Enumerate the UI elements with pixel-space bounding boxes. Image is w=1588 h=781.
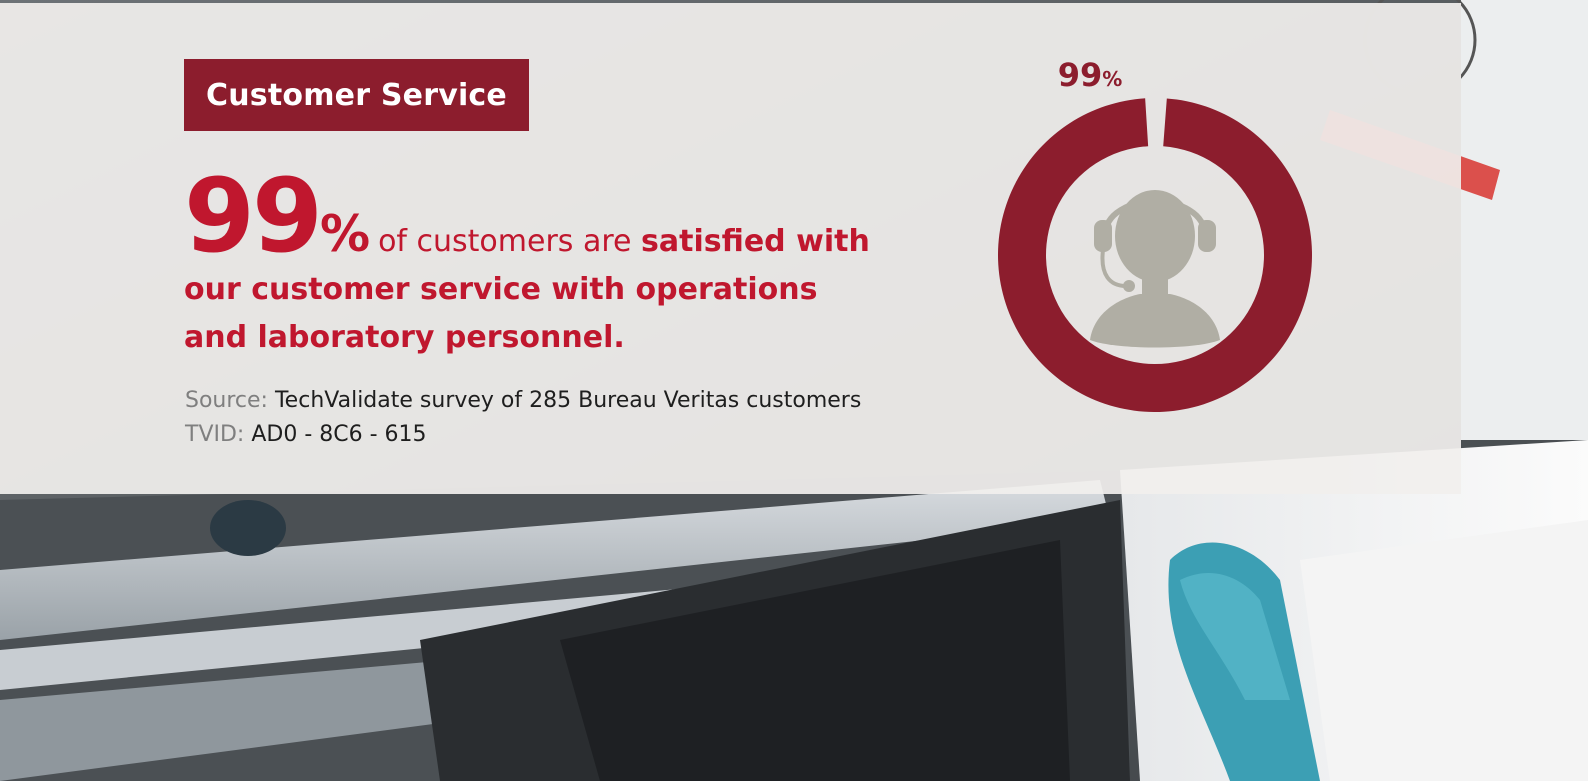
donut-value-label: 99% [1058, 56, 1123, 94]
headline-number: 99 [184, 157, 323, 276]
source-block: Source: TechValidate survey of 285 Burea… [185, 384, 861, 452]
donut-chart: 99% [990, 50, 1320, 420]
customer-service-agent-icon [1090, 190, 1220, 348]
tvid-value: AD0 - 8C6 - 615 [251, 422, 427, 447]
headline-percent: % [319, 205, 371, 263]
tvid-line: TVID: AD0 - 8C6 - 615 [185, 418, 861, 452]
source-label: Source: [185, 388, 268, 413]
category-badge-label: Customer Service [206, 77, 507, 113]
headline-statement: 99% of customers are satisfied with our c… [184, 166, 884, 362]
source-value: TechValidate survey of 285 Bureau Verita… [274, 388, 862, 413]
source-line: Source: TechValidate survey of 285 Burea… [185, 384, 861, 418]
tvid-label: TVID: [185, 422, 245, 447]
donut-chart-svg: 99% [998, 56, 1312, 412]
category-badge: Customer Service [184, 59, 529, 131]
headline-text-normal: of customers are [378, 224, 632, 259]
